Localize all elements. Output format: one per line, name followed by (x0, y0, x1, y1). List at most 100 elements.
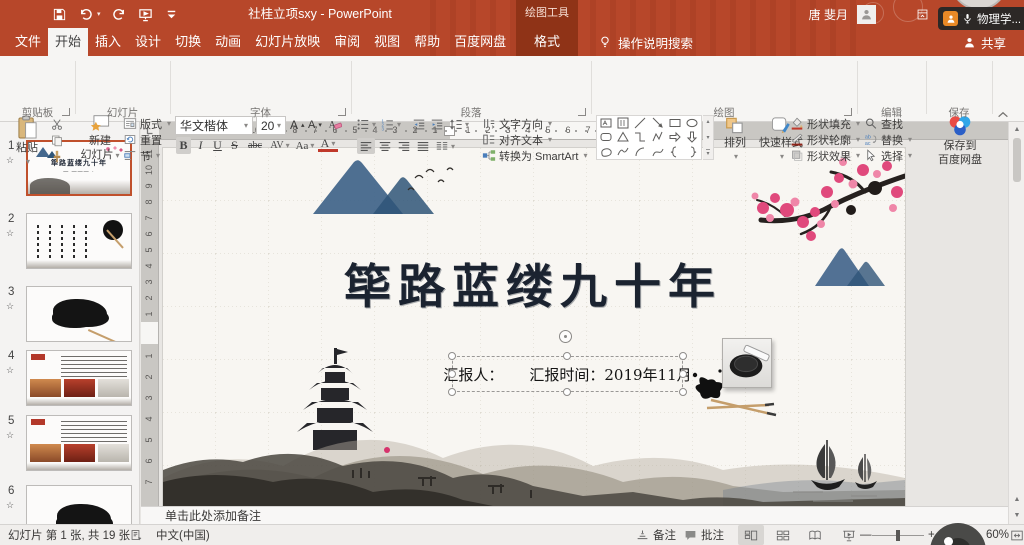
report-time-label[interactable]: 汇报时间：2019年11月 (529, 364, 691, 385)
align-right-button[interactable] (395, 138, 413, 154)
resize-handle[interactable] (448, 352, 456, 360)
tab-home[interactable]: 开始 (48, 28, 88, 56)
save-to-baidu-button[interactable]: 保存到 百度网盘 (930, 114, 990, 166)
reading-view-button[interactable] (802, 525, 828, 545)
clipboard-dialog-launcher[interactable] (62, 108, 70, 116)
tab-help[interactable]: 帮助 (407, 28, 447, 56)
shape-left-brace[interactable] (666, 145, 683, 159)
character-spacing-button[interactable]: AV (268, 137, 292, 154)
tab-design[interactable]: 设计 (128, 28, 168, 56)
font-color-button[interactable]: A (318, 137, 338, 152)
tab-format[interactable]: 格式 (516, 28, 578, 56)
shape-zigzag[interactable] (649, 130, 666, 144)
align-text-button[interactable]: 对齐文本 (482, 132, 552, 147)
redo-icon[interactable] (112, 7, 127, 22)
normal-view-button[interactable] (738, 525, 764, 545)
shape-arrow-down[interactable] (684, 130, 701, 144)
italic-button[interactable]: I (193, 137, 208, 154)
resize-handle[interactable] (563, 352, 571, 360)
tab-review[interactable]: 审阅 (327, 28, 367, 56)
shape-curve[interactable] (649, 145, 666, 159)
change-case-button[interactable]: Aa (294, 137, 316, 154)
tab-file[interactable]: 文件 (8, 28, 48, 56)
inkstone-picture[interactable] (722, 338, 772, 388)
next-slide-button[interactable]: ▼ (1009, 508, 1024, 522)
slideshow-view-button[interactable] (836, 525, 862, 545)
fit-to-window-button[interactable] (1004, 525, 1024, 545)
slide-thumbnail-6[interactable] (26, 485, 132, 524)
share-button[interactable]: 共享 (963, 28, 1006, 56)
slide-title[interactable]: 筚路蓝缕九十年 (183, 248, 883, 317)
tab-transitions[interactable]: 切换 (168, 28, 208, 56)
scrollbar-thumb[interactable] (1013, 138, 1021, 182)
shape-effects-button[interactable]: 形状效果 (790, 148, 860, 163)
tab-baidu-netdisk[interactable]: 百度网盘 (447, 28, 513, 56)
zoom-slider-thumb[interactable] (896, 530, 900, 541)
meeting-overlay[interactable]: 物理学... (938, 7, 1024, 30)
accessibility-button[interactable] (130, 525, 143, 545)
paste-button[interactable]: 粘贴 (9, 115, 45, 168)
bold-button[interactable]: B (176, 137, 191, 154)
slide-thumbnail-2[interactable] (26, 213, 132, 269)
font-dialog-launcher[interactable] (338, 108, 346, 116)
shape-arrow-right[interactable] (666, 130, 683, 144)
vertical-scrollbar[interactable]: ▲ ▲ ▼ (1008, 122, 1024, 524)
shape-outline-button[interactable]: 形状轮廓 (790, 132, 860, 147)
tell-me-search[interactable]: 操作说明搜索 (598, 28, 693, 56)
reset-button[interactable]: 重置 (123, 132, 162, 147)
shape-freeform[interactable] (597, 145, 614, 159)
shape-elbow-connector[interactable] (632, 130, 649, 144)
tab-insert[interactable]: 插入 (88, 28, 128, 56)
undo-icon[interactable] (78, 7, 93, 22)
align-center-button[interactable] (376, 138, 394, 154)
resize-handle[interactable] (679, 370, 687, 378)
copy-button[interactable] (48, 132, 66, 148)
slide-sorter-view-button[interactable] (770, 525, 796, 545)
shape-arc[interactable] (632, 145, 649, 159)
justify-button[interactable] (414, 138, 432, 154)
resize-handle[interactable] (448, 388, 456, 396)
convert-smartart-button[interactable]: 转换为 SmartArt (482, 148, 587, 163)
columns-button[interactable] (436, 138, 454, 154)
replace-button[interactable]: abac替换 (864, 132, 912, 147)
save-icon[interactable] (52, 7, 67, 22)
format-painter-button[interactable] (48, 148, 66, 164)
underline-button[interactable]: U (210, 137, 225, 154)
rotate-handle[interactable] (559, 330, 572, 343)
strikethrough-abc-button[interactable]: abc (244, 137, 266, 154)
undo-dropdown-icon[interactable]: ▾ (97, 10, 101, 18)
collapse-ribbon-button[interactable] (996, 106, 1012, 118)
align-left-button[interactable] (357, 138, 375, 154)
resize-handle[interactable] (448, 370, 456, 378)
resize-handle[interactable] (563, 388, 571, 396)
customize-quick-access-icon[interactable] (164, 7, 179, 22)
tab-view[interactable]: 视图 (367, 28, 407, 56)
select-button[interactable]: 选择 (864, 148, 912, 163)
arrange-button[interactable]: 排列 (718, 116, 752, 163)
tab-slideshow[interactable]: 幻灯片放映 (248, 28, 327, 56)
resize-handle[interactable] (679, 352, 687, 360)
user-name[interactable]: 唐 斐月 (809, 6, 848, 23)
slide-thumbnail-3[interactable] (26, 286, 132, 342)
shape-right-brace[interactable] (684, 145, 701, 159)
subtitle-textbox[interactable]: 汇报人： 汇报时间：2019年11月 (452, 356, 683, 392)
avatar[interactable] (857, 5, 876, 24)
comments-toggle-button[interactable]: 批注 (684, 525, 724, 545)
slide-thumbnail-4[interactable] (26, 350, 132, 406)
tab-animations[interactable]: 动画 (208, 28, 248, 56)
shapes-gallery-scroll[interactable]: ▴▾▾ (703, 115, 714, 160)
section-button[interactable]: 节 (123, 148, 160, 163)
shape-rounded-rectangle[interactable] (597, 130, 614, 144)
zoom-out-button[interactable]: — (860, 525, 872, 545)
language-indicator[interactable]: 中文(中国) (156, 525, 210, 545)
notes-toggle-button[interactable]: 备注 (636, 525, 676, 545)
slide-canvas[interactable]: 筚路蓝缕九十年 汇报人： 汇报时间：2019年11月 (163, 148, 905, 506)
drawing-dialog-launcher[interactable] (844, 108, 852, 116)
previous-slide-button[interactable]: ▲ (1009, 492, 1024, 506)
shape-triangle[interactable] (614, 130, 631, 144)
scroll-up-arrow[interactable]: ▲ (1009, 122, 1024, 136)
notes-pane[interactable]: 单击此处添加备注 (141, 506, 1024, 524)
paragraph-dialog-launcher[interactable] (578, 108, 586, 116)
slide-thumbnail-5[interactable] (26, 415, 132, 471)
ribbon-display-options-icon[interactable] (916, 8, 929, 21)
